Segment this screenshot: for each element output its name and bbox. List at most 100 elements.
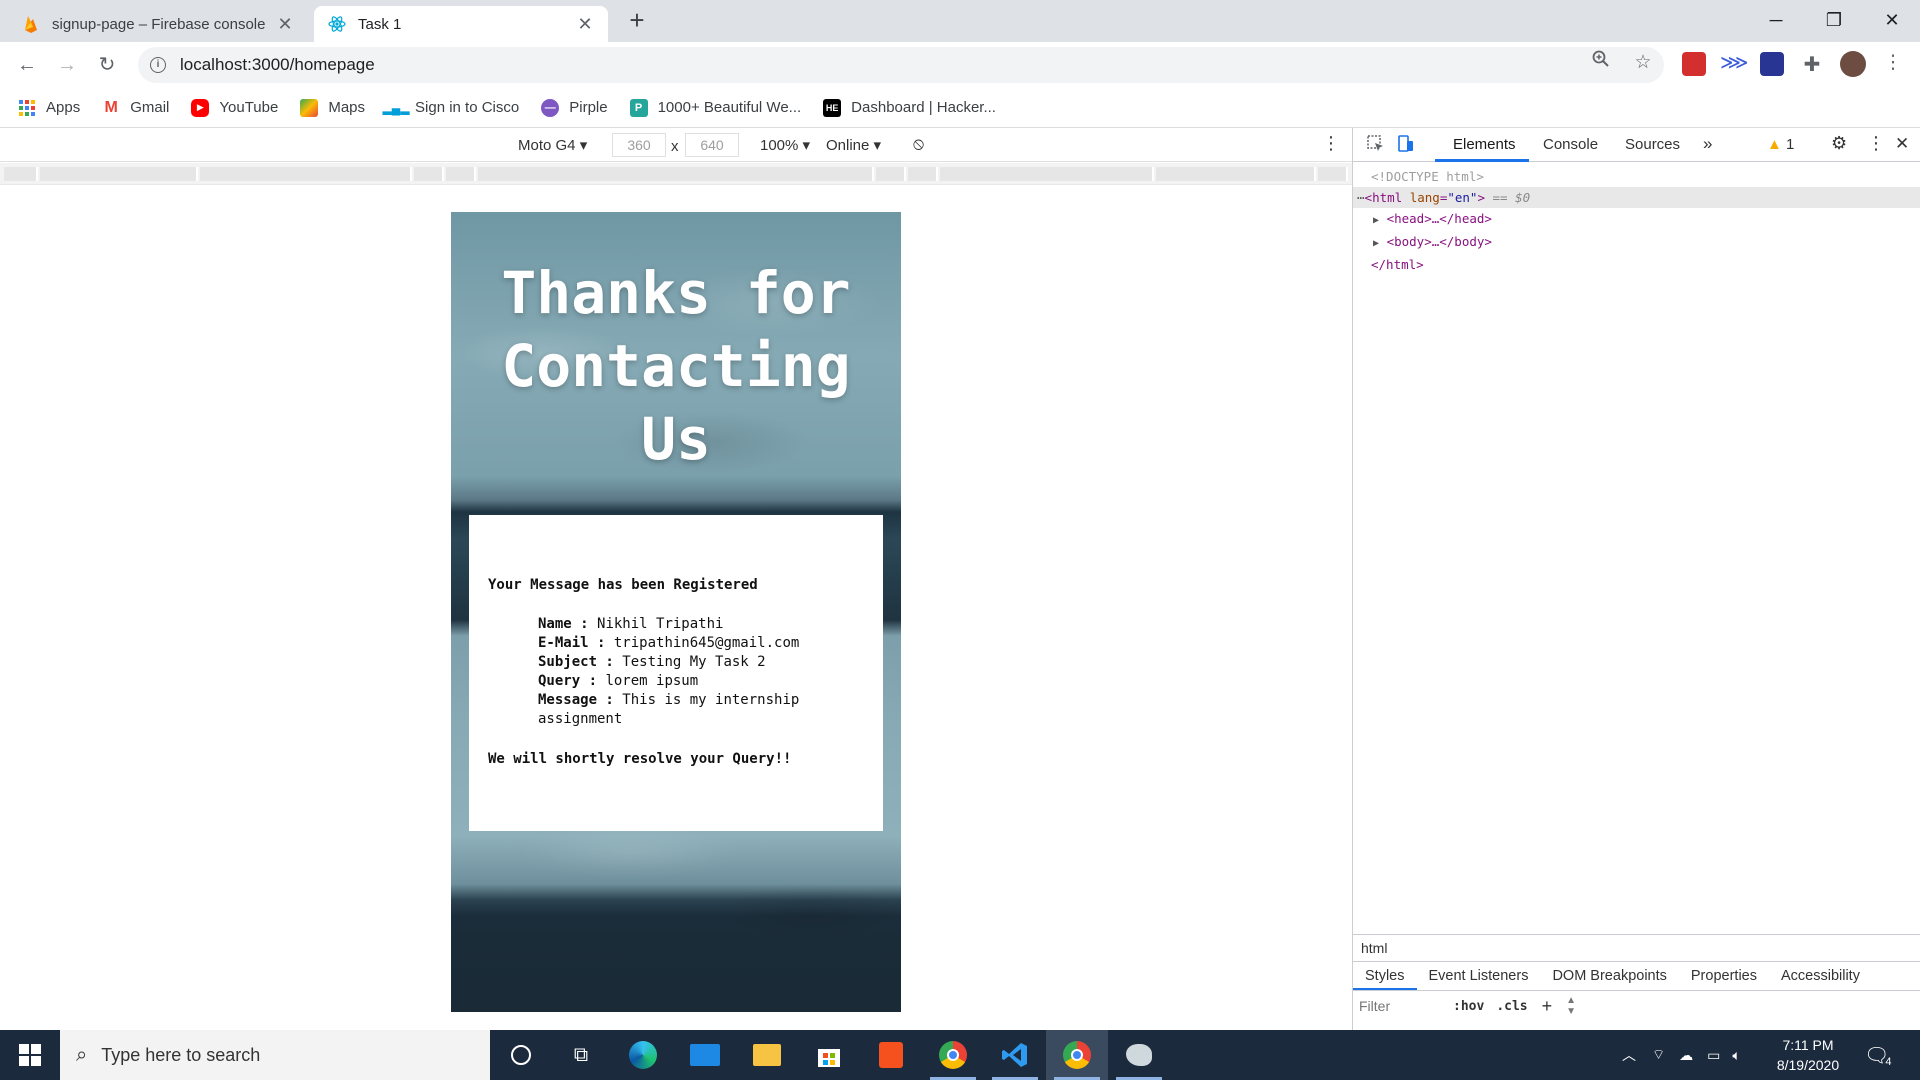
volume-icon[interactable]: 🔈︎ bbox=[1732, 1047, 1740, 1064]
width-input[interactable]: 360 bbox=[612, 133, 666, 157]
task-view-icon[interactable]: ⧉ bbox=[550, 1030, 612, 1080]
bookmarks-bar: Apps M Gmail ▶ YouTube Maps ▂▄▂ Sign in … bbox=[0, 88, 1920, 128]
bookmark-beautiful-web[interactable]: P 1000+ Beautiful We... bbox=[629, 98, 801, 117]
firebase-icon bbox=[22, 15, 40, 33]
tab-styles[interactable]: Styles bbox=[1353, 962, 1417, 990]
breadcrumb[interactable]: html bbox=[1353, 934, 1920, 961]
dom-tree[interactable]: <!DOCTYPE html> ⋯<html lang="en"> == $0 … bbox=[1353, 166, 1920, 275]
bookmark-gmail[interactable]: M Gmail bbox=[102, 99, 170, 117]
devtools-tabbar: Elements Console Sources » ▲ 1 ⚙ ⋮ ✕ bbox=[1353, 128, 1920, 162]
windows-start-icon[interactable] bbox=[0, 1030, 60, 1080]
mail-icon[interactable] bbox=[674, 1030, 736, 1080]
battery-icon[interactable]: ▭ bbox=[1707, 1047, 1720, 1064]
new-tab-button[interactable]: + bbox=[622, 6, 652, 36]
show-hidden-icons-icon[interactable]: ︿ bbox=[1622, 1045, 1636, 1065]
dom-head[interactable]: ▶ <head>…</head> bbox=[1353, 208, 1920, 231]
more-tabs-icon[interactable]: » bbox=[1703, 134, 1712, 154]
tab-task1[interactable]: Task 1 ✕ bbox=[314, 6, 608, 42]
media-query-ruler[interactable] bbox=[0, 163, 1352, 185]
taskbar-clock[interactable]: 7:11 PM 8/19/2020 bbox=[1760, 1035, 1856, 1075]
cortana-icon[interactable] bbox=[490, 1030, 552, 1080]
restore-icon[interactable]: ❐ bbox=[1806, 0, 1862, 42]
bookmark-apps[interactable]: Apps bbox=[18, 99, 80, 117]
zoom-select[interactable]: 100% ▾ bbox=[760, 136, 810, 154]
tab-properties[interactable]: Properties bbox=[1679, 962, 1769, 990]
file-explorer-icon[interactable] bbox=[736, 1030, 798, 1080]
throttle-select[interactable]: Online ▾ bbox=[826, 136, 881, 154]
settings-gear-icon[interactable]: ⚙ bbox=[1831, 133, 1847, 154]
styles-filter-input[interactable] bbox=[1359, 998, 1443, 1014]
reload-icon[interactable]: ↻ bbox=[92, 50, 122, 80]
paint-icon[interactable] bbox=[1108, 1030, 1170, 1080]
edge-icon[interactable] bbox=[612, 1030, 674, 1080]
taskbar-search[interactable]: ⌕ Type here to search bbox=[60, 1030, 490, 1080]
device-menu-icon[interactable]: ⋮ bbox=[1322, 133, 1340, 154]
bookmark-pirple[interactable]: — Pirple bbox=[541, 98, 608, 117]
minimize-icon[interactable]: ─ bbox=[1748, 0, 1804, 42]
confirmation-card: Your Message has been Registered Name : … bbox=[469, 515, 883, 831]
devtools-close-icon[interactable]: ✕ bbox=[1895, 134, 1909, 154]
height-input[interactable]: 640 bbox=[685, 133, 739, 157]
cisco-icon: ▂▄▂ bbox=[382, 100, 410, 115]
avatar[interactable] bbox=[1840, 51, 1866, 77]
field-message: Message : This is my internship assignme… bbox=[538, 692, 800, 727]
onedrive-icon[interactable]: ☁ bbox=[1679, 1047, 1693, 1064]
zoom-icon[interactable] bbox=[1586, 48, 1616, 78]
wifi-icon[interactable]: ⌔ bbox=[1652, 1046, 1665, 1064]
tab-elements[interactable]: Elements bbox=[1453, 136, 1516, 153]
styles-filter-row: :hov .cls + ▲▼ bbox=[1353, 991, 1920, 1021]
bookmark-youtube[interactable]: ▶ YouTube bbox=[191, 98, 278, 117]
new-style-rule-button[interactable]: + bbox=[1542, 996, 1553, 1017]
window-close-icon[interactable]: ✕ bbox=[1864, 0, 1920, 42]
tab-title: Task 1 bbox=[358, 15, 402, 33]
chrome-menu-icon[interactable]: ⋮ bbox=[1878, 48, 1908, 78]
mobile-page: Thanks for Contacting Us Your Message ha… bbox=[451, 212, 901, 1012]
inspect-element-icon[interactable] bbox=[1367, 135, 1385, 157]
active-tab-indicator bbox=[1435, 159, 1529, 162]
media-player-icon[interactable] bbox=[860, 1030, 922, 1080]
url-text[interactable]: localhost:3000/homepage bbox=[180, 55, 375, 75]
dom-html-open[interactable]: ⋯<html lang="en"> == $0 bbox=[1353, 187, 1920, 208]
bookmark-hackerrank[interactable]: HE Dashboard | Hacker... bbox=[823, 98, 996, 117]
scroll-arrows-icon[interactable]: ▲ ▼ bbox=[1566, 995, 1576, 1017]
browser-toolbar: ← → ↻ i localhost:3000/homepage ☆ ⋙ ✚ ⋮ bbox=[0, 42, 1920, 88]
devtools-menu-icon[interactable]: ⋮ bbox=[1867, 133, 1885, 154]
page-title: Thanks for Contacting Us bbox=[501, 259, 851, 473]
site-info-icon[interactable]: i bbox=[150, 57, 166, 73]
bookmark-star-icon[interactable]: ☆ bbox=[1628, 48, 1658, 78]
tab-close-icon[interactable]: ✕ bbox=[276, 14, 294, 35]
tab-strip: signup-page – Firebase console ✕ Task 1 … bbox=[0, 0, 1920, 42]
rotate-icon[interactable]: ⦸ bbox=[913, 134, 924, 154]
cls-toggle[interactable]: .cls bbox=[1496, 999, 1527, 1014]
device-toggle-icon[interactable] bbox=[1397, 135, 1415, 157]
forward-icon[interactable]: → bbox=[52, 50, 82, 80]
action-center-icon[interactable]: 🗨︎ 4 bbox=[1864, 1030, 1892, 1080]
tab-sources[interactable]: Sources bbox=[1625, 136, 1680, 153]
device-select[interactable]: Moto G4 ▾ bbox=[518, 136, 587, 154]
search-placeholder: Type here to search bbox=[101, 1044, 261, 1065]
dom-body[interactable]: ▶ <body>…</body> bbox=[1353, 231, 1920, 254]
dom-doctype[interactable]: <!DOCTYPE html> bbox=[1353, 166, 1920, 187]
tab-accessibility[interactable]: Accessibility bbox=[1769, 962, 1872, 990]
tab-close-icon[interactable]: ✕ bbox=[576, 14, 594, 35]
field-name: Name : Nikhil Tripathi bbox=[538, 616, 724, 632]
tab-dom-breakpoints[interactable]: DOM Breakpoints bbox=[1540, 962, 1678, 990]
warnings-badge[interactable]: ▲ 1 bbox=[1767, 136, 1794, 153]
hov-toggle[interactable]: :hov bbox=[1453, 999, 1484, 1014]
dom-html-close[interactable]: </html> bbox=[1353, 254, 1920, 275]
tab-console[interactable]: Console bbox=[1543, 136, 1598, 153]
extensions-puzzle-icon[interactable]: ✚ bbox=[1800, 52, 1824, 76]
chrome-icon[interactable] bbox=[922, 1030, 984, 1080]
bookmark-maps[interactable]: Maps bbox=[300, 98, 365, 117]
extension-screen-icon[interactable] bbox=[1760, 52, 1784, 76]
extension-chevron-icon[interactable]: ⋙ bbox=[1720, 52, 1748, 76]
tab-firebase[interactable]: signup-page – Firebase console ✕ bbox=[8, 6, 308, 42]
store-icon[interactable] bbox=[798, 1030, 860, 1080]
address-bar[interactable]: i localhost:3000/homepage bbox=[138, 47, 1664, 83]
chrome-active-window-icon[interactable] bbox=[1046, 1030, 1108, 1080]
extension-red-icon[interactable] bbox=[1682, 52, 1706, 76]
bookmark-cisco[interactable]: ▂▄▂ Sign in to Cisco bbox=[382, 99, 520, 117]
tab-event-listeners[interactable]: Event Listeners bbox=[1417, 962, 1541, 990]
vscode-icon[interactable] bbox=[984, 1030, 1046, 1080]
back-icon[interactable]: ← bbox=[12, 50, 42, 80]
